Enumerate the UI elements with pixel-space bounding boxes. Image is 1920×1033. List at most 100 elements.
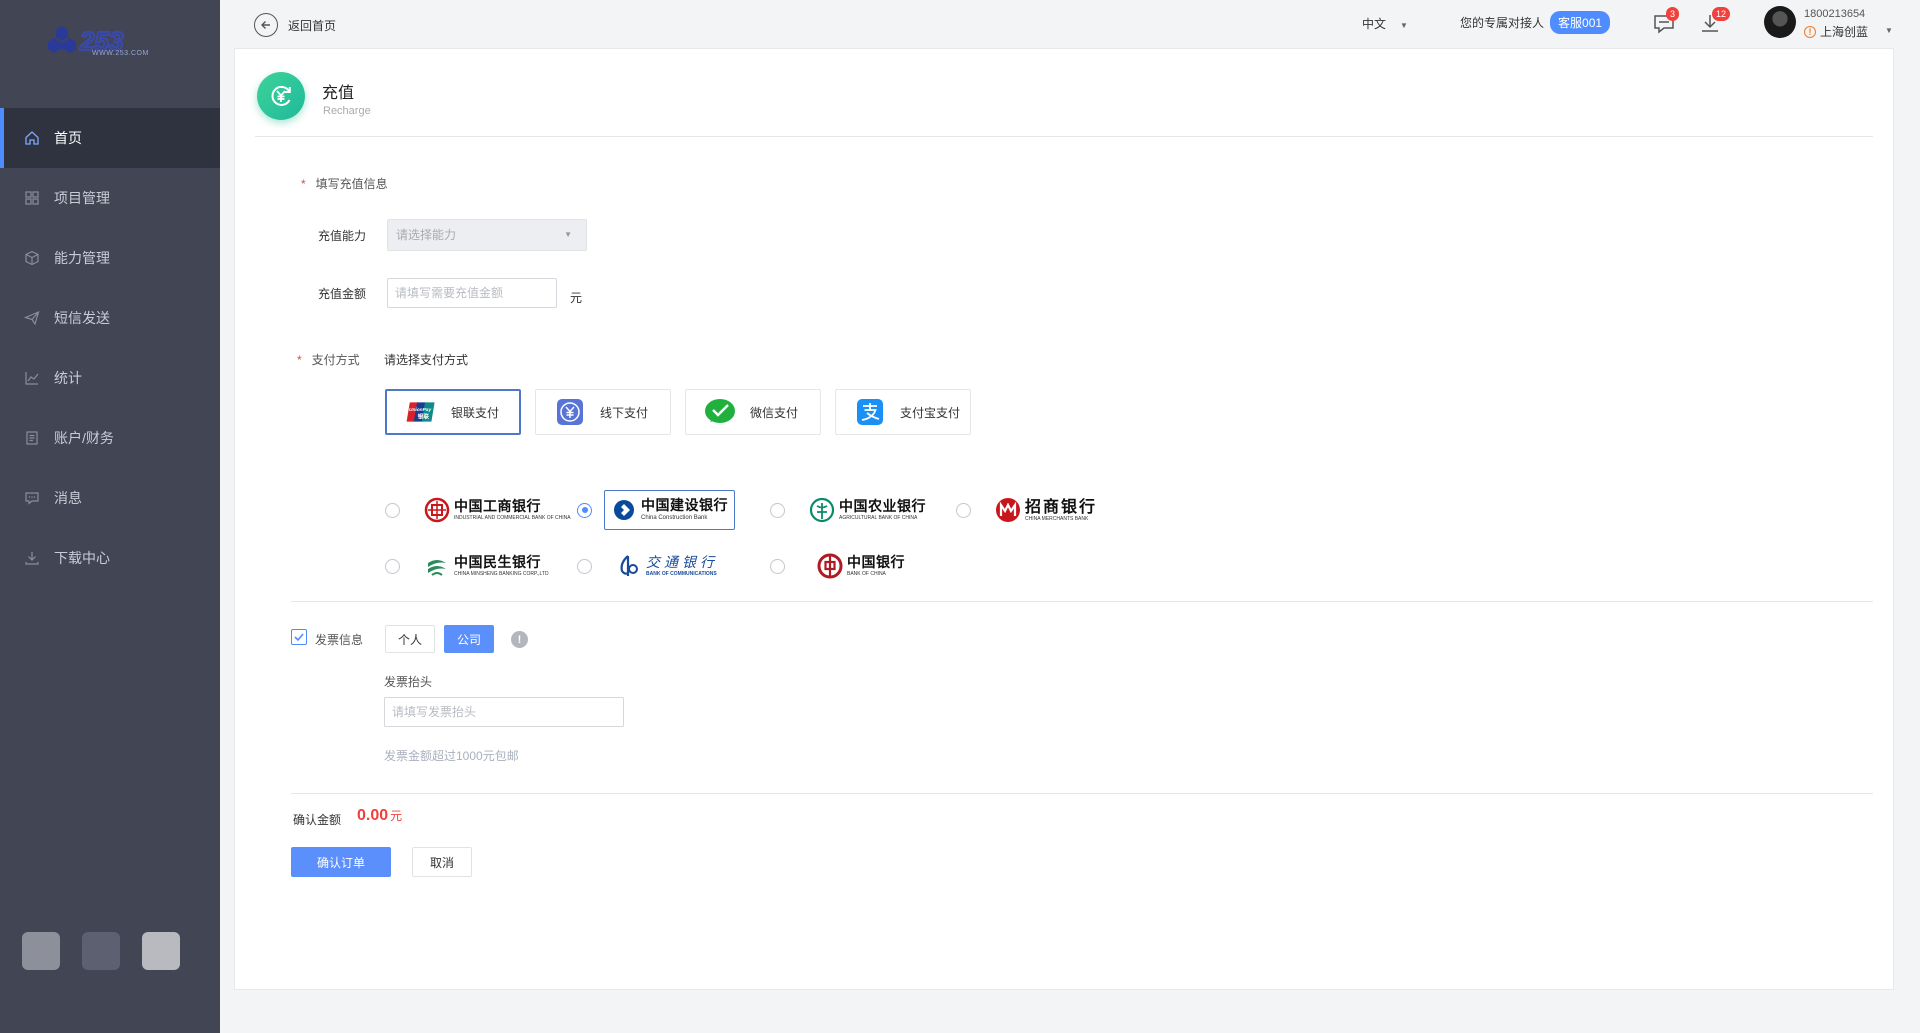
ability-select[interactable]: 请选择能力 ▼ [387, 219, 587, 251]
bank-radio[interactable] [577, 502, 592, 518]
payment-label-text: 支付方式 [311, 353, 360, 367]
cmb-logo-icon [996, 498, 1020, 522]
pay-method-label: 线下支付 [600, 405, 649, 420]
bank-name-cn: 中国工商银行 [454, 498, 541, 515]
sidebar-item-account[interactable]: 账户/财务 [0, 408, 220, 468]
sidebar-item-label: 下载中心 [54, 550, 110, 566]
contact-badge[interactable]: 客服001 [1550, 11, 1611, 34]
sidebar-bottom-button-2[interactable] [82, 932, 120, 970]
section-divider [291, 601, 1873, 602]
ability-label: 充值能力 [318, 229, 367, 243]
bank-radio[interactable] [956, 502, 971, 518]
message-icon [24, 490, 40, 506]
bank-option-icbc[interactable]: 中国工商银行 INDUSTRIAL AND COMMERCIAL BANK OF … [385, 490, 577, 530]
invoice-shipping-note: 发票金额超过1000元包邮 [384, 749, 519, 763]
required-mark: * [301, 177, 306, 191]
bank-name-cn: 中国农业银行 [839, 498, 926, 515]
account-icon [24, 430, 40, 446]
sidebar-item-sms[interactable]: 短信发送 [0, 288, 220, 348]
bank-option-cmb[interactable]: 招商银行 CHINA MERCHANTS BANK [956, 490, 1103, 530]
contact-label: 您的专属对接人 [1460, 16, 1545, 30]
abc-logo-icon [809, 497, 835, 523]
user-menu[interactable]: 1800213654 ! 上海创蓝 ▼ [1764, 6, 1914, 42]
sidebar-item-abilities[interactable]: 能力管理 [0, 228, 220, 288]
cancel-button[interactable]: 取消 [412, 847, 472, 877]
ability-placeholder: 请选择能力 [396, 228, 457, 242]
bank-name-en: BANK OF COMMUNICATIONS [646, 570, 717, 577]
sidebar-item-downloads[interactable]: 下载中心 [0, 528, 220, 588]
sidebar-bottom-button-1[interactable] [22, 932, 60, 970]
invoice-type-company[interactable]: 公司 [444, 625, 494, 653]
sidebar-item-projects[interactable]: 项目管理 [0, 168, 220, 228]
invoice-title-input[interactable] [384, 697, 624, 727]
bank-option-cmbc[interactable]: 中国民生银行 CHINA MINSHENG BANKING CORP.,LTD [385, 546, 555, 586]
download-icon [24, 550, 40, 566]
recharge-card: 充值 Recharge *填写充值信息 充值能力 请选择能力 ▼ 充值金额 元 … [234, 48, 1894, 990]
title-divider [255, 136, 1873, 137]
boc-logo: 中国银行 BANK OF CHINA [811, 546, 911, 586]
bank-option-ccb[interactable]: 中国建设银行 China Construction Bank [577, 490, 735, 530]
icbc-logo-icon [424, 497, 450, 523]
alipay-icon [854, 397, 886, 427]
required-mark: * [297, 353, 302, 367]
sidebar-item-label: 能力管理 [54, 250, 110, 266]
amount-unit: 元 [390, 809, 403, 823]
invoice-label: 发票信息 [315, 633, 364, 647]
amount-input[interactable] [387, 278, 557, 308]
grid-icon [24, 190, 40, 206]
section-label-text: 填写充值信息 [315, 177, 388, 191]
bank-name-en: INDUSTRIAL AND COMMERCIAL BANK OF CHINA [454, 514, 571, 521]
invoice-checkbox[interactable] [291, 629, 307, 645]
sidebar-item-home[interactable]: 首页 [0, 108, 220, 168]
payment-label: * 支付方式 [297, 351, 360, 368]
bank-radio[interactable] [577, 558, 592, 574]
messages-button[interactable]: 3 [1652, 7, 1680, 36]
brand-logo[interactable]: 253 WWW.253.COM [48, 20, 168, 62]
wechat-pay-icon [704, 397, 736, 427]
ccb-logo-icon [614, 500, 634, 520]
dedicated-contact: 您的专属对接人 客服001 [1460, 11, 1611, 34]
sidebar-item-stats[interactable]: 统计 [0, 348, 220, 408]
warning-icon: ! [1804, 25, 1816, 38]
bank-name-en: CHINA MERCHANTS BANK [1025, 515, 1089, 522]
confirm-order-button[interactable]: 确认订单 [291, 847, 391, 877]
unionpay-icon: UnionPay 银联 [405, 397, 437, 427]
ccb-logo: 中国建设银行 China Construction Bank [604, 490, 735, 530]
bank-radio[interactable] [385, 558, 400, 574]
language-select[interactable]: 中文 ▼ [1362, 15, 1408, 32]
bank-radio[interactable] [385, 502, 400, 518]
pay-method-label: 支付宝支付 [900, 405, 961, 420]
sidebar: 253 WWW.253.COM 首页 项目管理 能力管理 短信发送 统计 账户/… [0, 0, 220, 1033]
bank-radio[interactable] [770, 558, 785, 574]
bank-name-en: AGRICULTURAL BANK OF CHINA [839, 514, 918, 521]
sidebar-bottom-button-3[interactable] [142, 932, 180, 970]
sidebar-item-label: 账户/财务 [54, 430, 114, 446]
pay-unionpay-button[interactable]: UnionPay 银联 银联支付 [385, 389, 521, 435]
caret-down-icon: ▼ [1885, 26, 1893, 35]
downloads-button[interactable]: 12 [1698, 7, 1731, 36]
pay-offline-button[interactable]: 线下支付 [535, 389, 671, 435]
bank-option-boc[interactable]: 中国银行 BANK OF CHINA [770, 546, 911, 586]
bank-option-abc[interactable]: 中国农业银行 AGRICULTURAL BANK OF CHINA [770, 490, 932, 530]
pay-wechat-button[interactable]: 微信支付 [685, 389, 821, 435]
bocom-logo: 交通银行 BANK OF COMMUNICATIONS [610, 546, 724, 586]
bank-option-bocom[interactable]: 交通银行 BANK OF COMMUNICATIONS [577, 546, 724, 586]
amount-value: 0.00 [357, 807, 389, 824]
sidebar-item-messages[interactable]: 消息 [0, 468, 220, 528]
sidebar-item-label: 短信发送 [54, 310, 110, 326]
confirm-amount-label: 确认金额 [293, 813, 342, 827]
bank-name-cn: 中国建设银行 [641, 498, 728, 514]
pay-alipay-button[interactable]: 支付宝支付 [835, 389, 971, 435]
invoice-type-personal[interactable]: 个人 [385, 625, 435, 653]
bank-radio[interactable] [770, 502, 785, 518]
downloads-count-badge: 12 [1712, 7, 1731, 21]
back-home-link[interactable]: 返回首页 [254, 13, 336, 37]
logo-text: WWW.253.COM [92, 50, 149, 57]
sidebar-nav: 首页 项目管理 能力管理 短信发送 统计 账户/财务 消息 下载中心 [0, 108, 220, 588]
home-icon [24, 130, 40, 146]
user-phone: 1800213654 [1804, 8, 1866, 20]
info-icon[interactable]: ! [511, 631, 528, 648]
bocom-logo-icon [620, 555, 638, 576]
page-subtitle: Recharge [323, 105, 371, 117]
send-icon [24, 310, 40, 326]
